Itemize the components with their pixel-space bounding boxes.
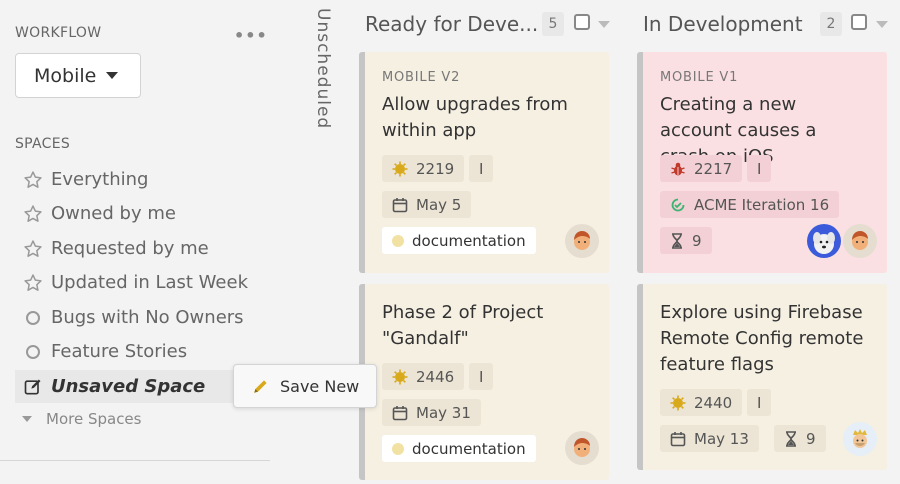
star-icon [15, 170, 51, 190]
star-icon [15, 273, 51, 293]
due-date-chip: May 13 [660, 425, 759, 452]
estimate-chip: I [747, 389, 772, 416]
story-id: 2219 [416, 159, 455, 178]
space-requested-by-me[interactable]: Requested by me [15, 232, 270, 265]
avatar[interactable] [565, 224, 599, 258]
column-select-checkbox[interactable] [851, 14, 867, 30]
circle-icon [15, 310, 51, 325]
sidebar-divider [0, 460, 270, 461]
workflow-select-value: Mobile [34, 64, 97, 87]
due-date-chip: May 5 [382, 191, 472, 218]
hourglass-chip: 9 [660, 227, 712, 254]
due-date: May 5 [416, 195, 462, 214]
calendar-icon [392, 197, 408, 213]
spaces-label: SPACES [15, 136, 71, 152]
iteration-chip[interactable]: ACME Iteration 16 [660, 191, 840, 218]
story-id-chip: 2446 [382, 363, 465, 390]
story-id-chip: 2217 [660, 155, 743, 182]
more-spaces-toggle[interactable]: More Spaces [22, 410, 141, 428]
story-id: 2446 [416, 367, 455, 386]
star-icon [15, 204, 51, 224]
hourglass-icon [784, 430, 798, 447]
more-spaces-label: More Spaces [46, 410, 142, 428]
iteration-name: ACME Iteration 16 [694, 195, 830, 214]
story-id-chip: 2440 [660, 389, 743, 416]
project-label: MOBILE V1 [660, 70, 739, 85]
space-unsaved[interactable]: Unsaved Space [15, 370, 270, 403]
unscheduled-label: Unscheduled [313, 8, 333, 130]
estimate-chip: I [469, 155, 494, 182]
story-title: Allow upgrades from within app [382, 94, 568, 141]
story-id: 2217 [694, 159, 733, 178]
story-id-chip: 2219 [382, 155, 465, 182]
space-feature-stories[interactable]: Feature Stories [15, 335, 270, 368]
story-card[interactable]: Phase 2 of Project "Gandalf" 2446 I May … [359, 284, 609, 480]
hourglass-value: 9 [806, 429, 816, 448]
label-chip[interactable]: documentation [382, 435, 536, 462]
label-text: documentation [412, 439, 526, 458]
space-updated-last-week[interactable]: Updated in Last Week [15, 266, 270, 299]
label-dot-icon [392, 442, 404, 455]
edit-icon [15, 377, 51, 397]
story-card[interactable]: MOBILE V2 Allow upgrades from within app… [359, 52, 609, 273]
space-label: Owned by me [51, 203, 176, 224]
space-label: Updated in Last Week [51, 272, 248, 293]
label-dot-icon [392, 234, 404, 247]
space-label: Unsaved Space [51, 376, 206, 397]
column-title: In Development [643, 12, 803, 36]
estimate-chip: I [747, 155, 772, 182]
story-title: Phase 2 of Project "Gandalf" [382, 302, 544, 349]
space-label: Requested by me [51, 238, 209, 259]
column-title: Ready for Deve... [365, 12, 539, 36]
due-date: May 13 [694, 429, 749, 448]
feature-icon [392, 161, 408, 177]
save-new-label: Save New [280, 376, 360, 396]
label-chip[interactable]: documentation [382, 227, 536, 254]
avatar[interactable] [807, 224, 841, 258]
save-new-button[interactable]: Save New [233, 364, 377, 408]
sidebar: WORKFLOW ••• Mobile SPACES Everything Ow… [0, 0, 280, 484]
column-menu-caret-icon[interactable] [876, 21, 888, 28]
circle-icon [15, 344, 51, 359]
column-menu-caret-icon[interactable] [598, 21, 610, 28]
avatar[interactable] [843, 422, 877, 456]
more-options-icon[interactable]: ••• [234, 26, 268, 45]
column-select-checkbox[interactable] [574, 14, 590, 30]
space-label: Feature Stories [51, 341, 188, 362]
project-label: MOBILE V2 [382, 70, 461, 85]
space-label: Bugs with No Owners [51, 307, 244, 328]
hourglass-chip: 9 [774, 425, 826, 452]
column-count: 2 [820, 12, 842, 36]
story-title: Explore using Firebase Remote Config rem… [660, 302, 864, 375]
story-id: 2440 [694, 393, 733, 412]
due-date: May 31 [416, 403, 471, 422]
calendar-icon [392, 405, 408, 421]
label-text: documentation [412, 231, 526, 250]
pencil-icon [252, 377, 270, 395]
hourglass-value: 9 [692, 231, 702, 250]
avatar[interactable] [565, 431, 599, 465]
iteration-icon [670, 197, 686, 213]
space-owned-by-me[interactable]: Owned by me [15, 197, 270, 230]
column-count: 5 [542, 12, 564, 36]
star-icon [15, 239, 51, 259]
unscheduled-column-toggle[interactable]: Unscheduled [313, 8, 333, 138]
caret-down-icon [106, 72, 119, 79]
workflow-label: WORKFLOW [15, 25, 102, 41]
space-bugs-no-owners[interactable]: Bugs with No Owners [15, 301, 270, 334]
space-label: Everything [51, 169, 149, 190]
feature-icon [392, 369, 408, 385]
calendar-icon [670, 431, 686, 447]
bug-icon [670, 161, 686, 177]
story-card[interactable]: Explore using Firebase Remote Config rem… [637, 284, 887, 470]
caret-down-icon [22, 416, 32, 422]
due-date-chip: May 31 [382, 399, 481, 426]
story-card[interactable]: MOBILE V1 Creating a new account causes … [637, 52, 887, 273]
avatar[interactable] [843, 224, 877, 258]
feature-icon [670, 395, 686, 411]
estimate-chip: I [469, 363, 494, 390]
workflow-select[interactable]: Mobile [15, 53, 141, 98]
hourglass-icon [670, 232, 684, 249]
space-everything[interactable]: Everything [15, 163, 270, 196]
